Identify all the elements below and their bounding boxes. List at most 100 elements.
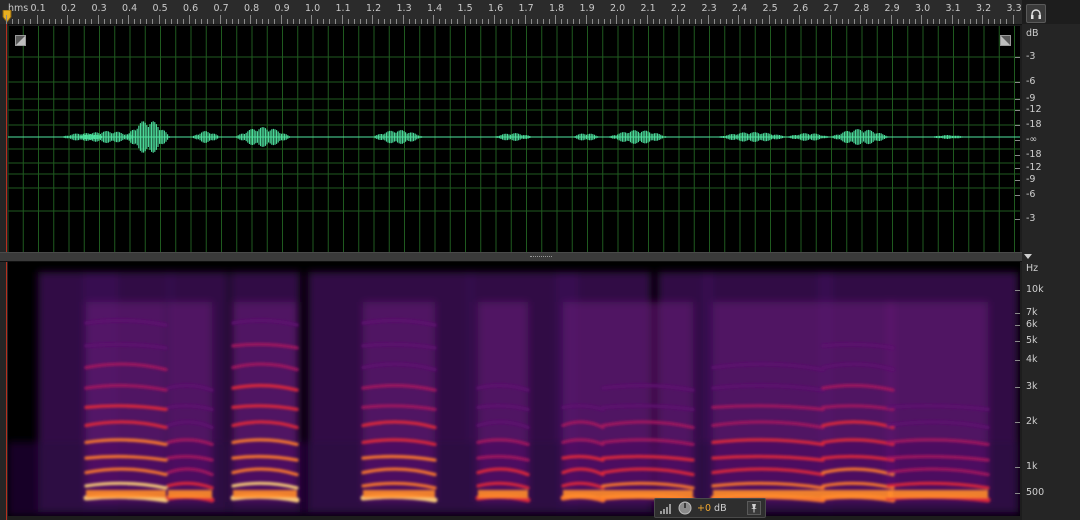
ruler-tick <box>792 19 794 24</box>
ruler-tick <box>500 19 502 24</box>
ruler-tick <box>420 19 422 24</box>
ruler-tick <box>988 19 990 24</box>
fade-in-handle-icon[interactable] <box>15 35 26 46</box>
ruler-tick <box>201 19 203 24</box>
hz-scale-label: 5k <box>1026 335 1038 346</box>
monitor-headphones-button[interactable] <box>1026 4 1046 23</box>
db-scale-tick <box>1015 155 1020 156</box>
headphones-icon <box>1031 8 1041 19</box>
ruler-tick <box>481 19 483 24</box>
ruler-tick <box>42 19 44 24</box>
ruler-tick <box>994 19 996 24</box>
ruler-tick <box>725 19 727 24</box>
ruler-label: 0.2 <box>61 3 77 14</box>
ruler-tick <box>829 15 831 24</box>
fundamental-band <box>478 490 528 498</box>
hz-scale-label: 7k <box>1026 307 1038 318</box>
fundamental-band <box>168 490 212 498</box>
ruler-label: 1.9 <box>579 3 595 14</box>
ruler-label: 1.3 <box>396 3 412 14</box>
ruler-label: 1.5 <box>457 3 473 14</box>
ruler-tick <box>524 15 526 24</box>
ruler-tick <box>963 19 965 24</box>
ruler-tick <box>487 19 489 24</box>
ruler-tick <box>786 19 788 24</box>
ruler-tick <box>536 19 538 24</box>
hz-scale-tick <box>1015 422 1020 423</box>
ruler-tick <box>518 19 520 24</box>
spectrogram-panel[interactable] <box>8 262 1020 516</box>
db-scale-tick <box>1015 219 1020 220</box>
ruler-tick <box>951 15 953 24</box>
ruler-tick <box>957 19 959 24</box>
ruler-tick <box>170 19 172 24</box>
ruler-tick <box>921 15 922 24</box>
ruler-tick <box>54 19 56 24</box>
panel-divider[interactable] <box>0 252 1022 262</box>
gain-number: +0 <box>697 502 712 514</box>
ruler-tick <box>158 15 160 24</box>
ruler-label: 1.4 <box>427 3 443 14</box>
hz-scale-tick <box>1015 493 1020 494</box>
waveform-panel[interactable] <box>7 26 1020 252</box>
ruler-tick <box>738 15 739 24</box>
ruler-tick <box>805 19 807 24</box>
ruler-tick <box>433 15 434 24</box>
ruler-tick <box>835 19 837 24</box>
waveform-burst <box>236 127 290 147</box>
pin-icon[interactable] <box>747 501 761 515</box>
ruler-tick <box>18 19 20 24</box>
fundamental-band <box>233 490 297 498</box>
divider-grip[interactable] <box>530 256 552 259</box>
db-scale-label: -12 <box>1026 162 1042 173</box>
ruler-tick <box>396 19 398 24</box>
hz-scale-tick <box>1015 360 1020 361</box>
playhead-line <box>6 24 7 520</box>
db-scale-tick <box>1015 110 1020 111</box>
ruler-tick <box>823 19 825 24</box>
ruler-label: 0.1 <box>30 3 46 14</box>
ruler-tick <box>408 19 410 24</box>
ruler-tick <box>85 19 87 24</box>
ruler-tick <box>317 19 319 24</box>
ruler-label: 1.1 <box>335 3 351 14</box>
ruler-tick <box>896 19 898 24</box>
time-ruler[interactable]: hms 0.1 0.2 0.3 0.4 0.5 0.6 0.7 0.8 0.9 1.0 1.1 1.2… <box>0 0 1022 25</box>
fundamental-band <box>86 490 166 498</box>
ruler-tick <box>567 19 569 24</box>
waveform-display[interactable] <box>7 26 1020 252</box>
ruler-tick <box>853 19 855 24</box>
db-scale-label: -6 <box>1026 76 1036 87</box>
ruler-tick <box>207 19 209 24</box>
db-scale-label: -18 <box>1026 149 1042 160</box>
ruler-tick <box>292 19 294 24</box>
gain-knob-icon[interactable] <box>678 501 692 515</box>
ruler-tick <box>731 19 733 24</box>
ruler-tick <box>280 15 282 24</box>
chevron-down-icon[interactable] <box>1024 254 1032 259</box>
ruler-tick <box>1006 19 1008 24</box>
gain-value[interactable]: +0 dB <box>697 503 727 514</box>
ruler-label: 0.9 <box>274 3 290 14</box>
ruler-tick <box>561 19 563 24</box>
db-scale-tick <box>1015 125 1020 126</box>
db-scale-label: -∞ <box>1026 134 1038 145</box>
ruler-tick <box>402 15 404 24</box>
hz-scale-tick <box>1015 387 1020 388</box>
ruler-label: 2.0 <box>610 3 626 14</box>
gain-hud[interactable]: +0 dB <box>654 498 766 518</box>
ruler-tick <box>6 15 7 24</box>
ruler-tick <box>762 19 764 24</box>
spectrogram-display[interactable] <box>8 262 1020 516</box>
ruler-tick <box>353 19 355 24</box>
fade-out-handle-icon[interactable] <box>1000 35 1011 46</box>
ruler-label: 1.8 <box>549 3 565 14</box>
playhead-marker-icon[interactable] <box>2 10 12 24</box>
ruler-tick <box>457 19 459 24</box>
ruler-tick <box>811 19 813 24</box>
ruler-tick <box>146 19 148 24</box>
ruler-tick <box>670 19 672 24</box>
db-scale-tick <box>1015 140 1020 141</box>
ruler-tick <box>799 15 800 24</box>
ruler-tick <box>579 19 581 24</box>
